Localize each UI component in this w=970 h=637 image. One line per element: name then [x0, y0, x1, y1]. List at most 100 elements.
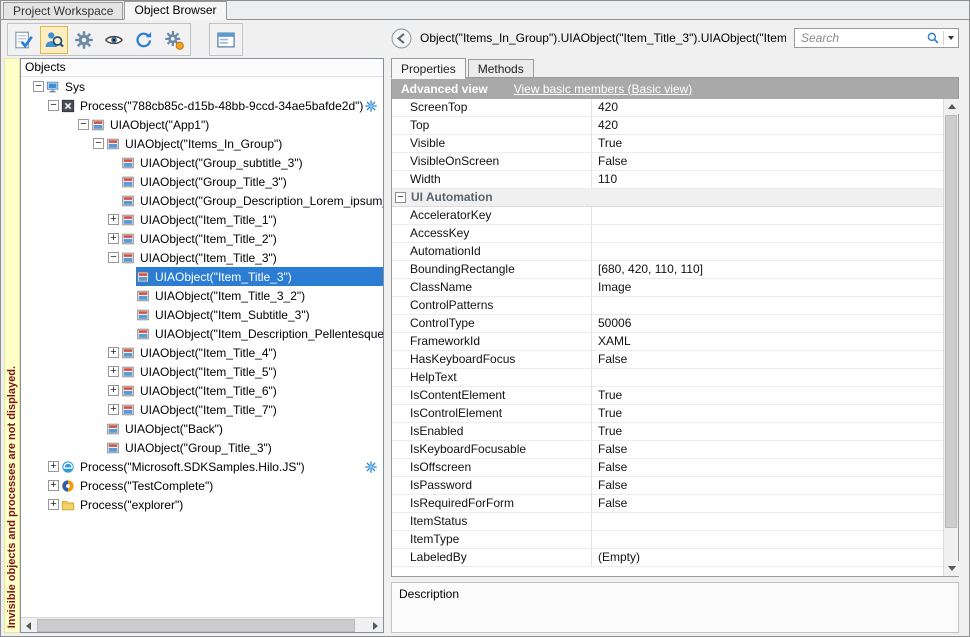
- property-row[interactable]: IsPasswordFalse: [392, 477, 943, 495]
- property-name: IsPassword: [392, 477, 592, 494]
- horizontal-scroll-thumb[interactable]: [37, 619, 355, 632]
- collapse-icon[interactable]: −: [395, 192, 406, 203]
- tab-properties[interactable]: Properties: [391, 58, 466, 79]
- object-icon: [106, 441, 120, 455]
- tree-item[interactable]: +UIAObject("Item_Title_4"): [21, 343, 383, 362]
- property-name: HasKeyboardFocus: [392, 351, 592, 368]
- collapse-icon[interactable]: −: [93, 138, 104, 149]
- tree-item[interactable]: +UIAObject("Item_Title_5"): [21, 362, 383, 381]
- tree-item[interactable]: UIAObject("Item_Subtitle_3"): [21, 305, 383, 324]
- property-row[interactable]: HasKeyboardFocusFalse: [392, 351, 943, 369]
- property-row[interactable]: HelpText: [392, 369, 943, 387]
- refresh-button[interactable]: [130, 26, 158, 54]
- collapse-icon[interactable]: −: [108, 252, 119, 263]
- property-row[interactable]: ItemStatus: [392, 513, 943, 531]
- collapse-icon[interactable]: −: [33, 81, 44, 92]
- grid-vertical-scrollbar[interactable]: [943, 99, 958, 576]
- refresh-icon: [134, 30, 154, 50]
- scroll-up-button[interactable]: [944, 99, 959, 114]
- tree-item[interactable]: UIAObject("Group_Title_3"): [21, 172, 383, 191]
- basic-view-link[interactable]: View basic members (Basic view): [514, 82, 693, 96]
- expand-icon[interactable]: +: [108, 347, 119, 358]
- tab-methods[interactable]: Methods: [468, 59, 534, 78]
- tree-item[interactable]: UIAObject("Item_Title_3_2"): [21, 286, 383, 305]
- expand-icon[interactable]: +: [48, 461, 59, 472]
- property-row[interactable]: ControlPatterns: [392, 297, 943, 315]
- gear-tools-button[interactable]: [160, 26, 188, 54]
- tree-item[interactable]: +Process("Microsoft.SDKSamples.Hilo.JS"): [21, 457, 383, 476]
- property-row[interactable]: FrameworkIdXAML: [392, 333, 943, 351]
- find-object-button[interactable]: [40, 26, 68, 54]
- property-value: [592, 513, 943, 530]
- tree-item[interactable]: −Sys: [21, 77, 383, 96]
- expand-icon[interactable]: +: [108, 404, 119, 415]
- expand-icon[interactable]: +: [108, 214, 119, 225]
- property-value: 50006: [592, 315, 943, 332]
- tree-item[interactable]: +UIAObject("Item_Title_6"): [21, 381, 383, 400]
- search-dropdown-icon[interactable]: [948, 36, 954, 40]
- tree-item-label: UIAObject("Items_In_Group"): [123, 137, 284, 151]
- property-row[interactable]: VisibleOnScreenFalse: [392, 153, 943, 171]
- scroll-left-button[interactable]: [21, 618, 36, 633]
- window-tab-project-workspace[interactable]: Project Workspace: [3, 2, 123, 19]
- tree-item[interactable]: UIAObject("Group_Description_Lorem_ipsum…: [21, 191, 383, 210]
- tree-item[interactable]: UIAObject("Group_Title_3"): [21, 438, 383, 457]
- expand-icon[interactable]: +: [108, 385, 119, 396]
- expand-icon[interactable]: +: [48, 480, 59, 491]
- property-row[interactable]: IsRequiredForFormFalse: [392, 495, 943, 513]
- tree-horizontal-scrollbar[interactable]: [21, 617, 383, 632]
- property-row[interactable]: IsEnabledTrue: [392, 423, 943, 441]
- property-row[interactable]: ScreenTop420: [392, 99, 943, 117]
- property-search-box[interactable]: [794, 28, 959, 48]
- expand-icon[interactable]: +: [108, 366, 119, 377]
- property-row[interactable]: BoundingRectangle[680, 420, 110, 110]: [392, 261, 943, 279]
- expand-icon[interactable]: +: [48, 499, 59, 510]
- back-button[interactable]: [391, 28, 412, 49]
- tree-item[interactable]: −UIAObject("App1"): [21, 115, 383, 134]
- property-row[interactable]: Top420: [392, 117, 943, 135]
- scroll-right-button[interactable]: [368, 618, 383, 633]
- property-row[interactable]: AccessKey: [392, 225, 943, 243]
- property-row[interactable]: ControlType50006: [392, 315, 943, 333]
- property-row[interactable]: IsKeyboardFocusableFalse: [392, 441, 943, 459]
- tree-item[interactable]: −UIAObject("Item_Title_3"): [21, 248, 383, 267]
- tree-item[interactable]: +UIAObject("Item_Title_7"): [21, 400, 383, 419]
- property-row[interactable]: VisibleTrue: [392, 135, 943, 153]
- tree-item[interactable]: UIAObject("Group_subtitle_3"): [21, 153, 383, 172]
- property-row[interactable]: IsOffscreenFalse: [392, 459, 943, 477]
- property-value: (Empty): [592, 549, 943, 566]
- tree-item[interactable]: +Process("explorer"): [21, 495, 383, 514]
- scroll-down-button[interactable]: [944, 561, 959, 576]
- property-group-row[interactable]: −UI Automation: [392, 189, 943, 207]
- tree-item[interactable]: UIAObject("Item_Title_3"): [21, 267, 383, 286]
- property-row[interactable]: AutomationId: [392, 243, 943, 261]
- tree-item[interactable]: − UIAObject("Items_In_Group"): [21, 134, 383, 153]
- property-row[interactable]: AcceleratorKey: [392, 207, 943, 225]
- property-row[interactable]: Width110: [392, 171, 943, 189]
- gear-button[interactable]: [70, 26, 98, 54]
- tree-item-label: UIAObject("Back"): [123, 422, 225, 436]
- vertical-scroll-thumb[interactable]: [945, 115, 957, 528]
- search-input[interactable]: [801, 31, 926, 45]
- checklist-button[interactable]: [10, 26, 38, 54]
- collapse-icon[interactable]: −: [48, 100, 59, 111]
- property-row[interactable]: IsControlElementTrue: [392, 405, 943, 423]
- tree-item[interactable]: +UIAObject("Item_Title_2"): [21, 229, 383, 248]
- tree-item[interactable]: UIAObject("Item_Description_Pellentesque…: [21, 324, 383, 343]
- tree-item[interactable]: −Process("788cb85c-d15b-48bb-9ccd-34ae5b…: [21, 96, 383, 115]
- window-tab-object-browser[interactable]: Object Browser: [124, 1, 226, 20]
- property-row[interactable]: LabeledBy(Empty): [392, 549, 943, 567]
- search-icon[interactable]: [926, 31, 940, 45]
- eye-button[interactable]: [100, 26, 128, 54]
- window-button[interactable]: [212, 26, 240, 54]
- property-row[interactable]: ItemType: [392, 531, 943, 549]
- tree-item[interactable]: UIAObject("Back"): [21, 419, 383, 438]
- property-row[interactable]: IsContentElementTrue: [392, 387, 943, 405]
- property-value: False: [592, 459, 943, 476]
- tree-item[interactable]: +UIAObject("Item_Title_1"): [21, 210, 383, 229]
- property-row[interactable]: ClassNameImage: [392, 279, 943, 297]
- tree-item[interactable]: +Process("TestComplete"): [21, 476, 383, 495]
- description-label: Description: [399, 587, 459, 601]
- collapse-icon[interactable]: −: [78, 119, 89, 130]
- expand-icon[interactable]: +: [108, 233, 119, 244]
